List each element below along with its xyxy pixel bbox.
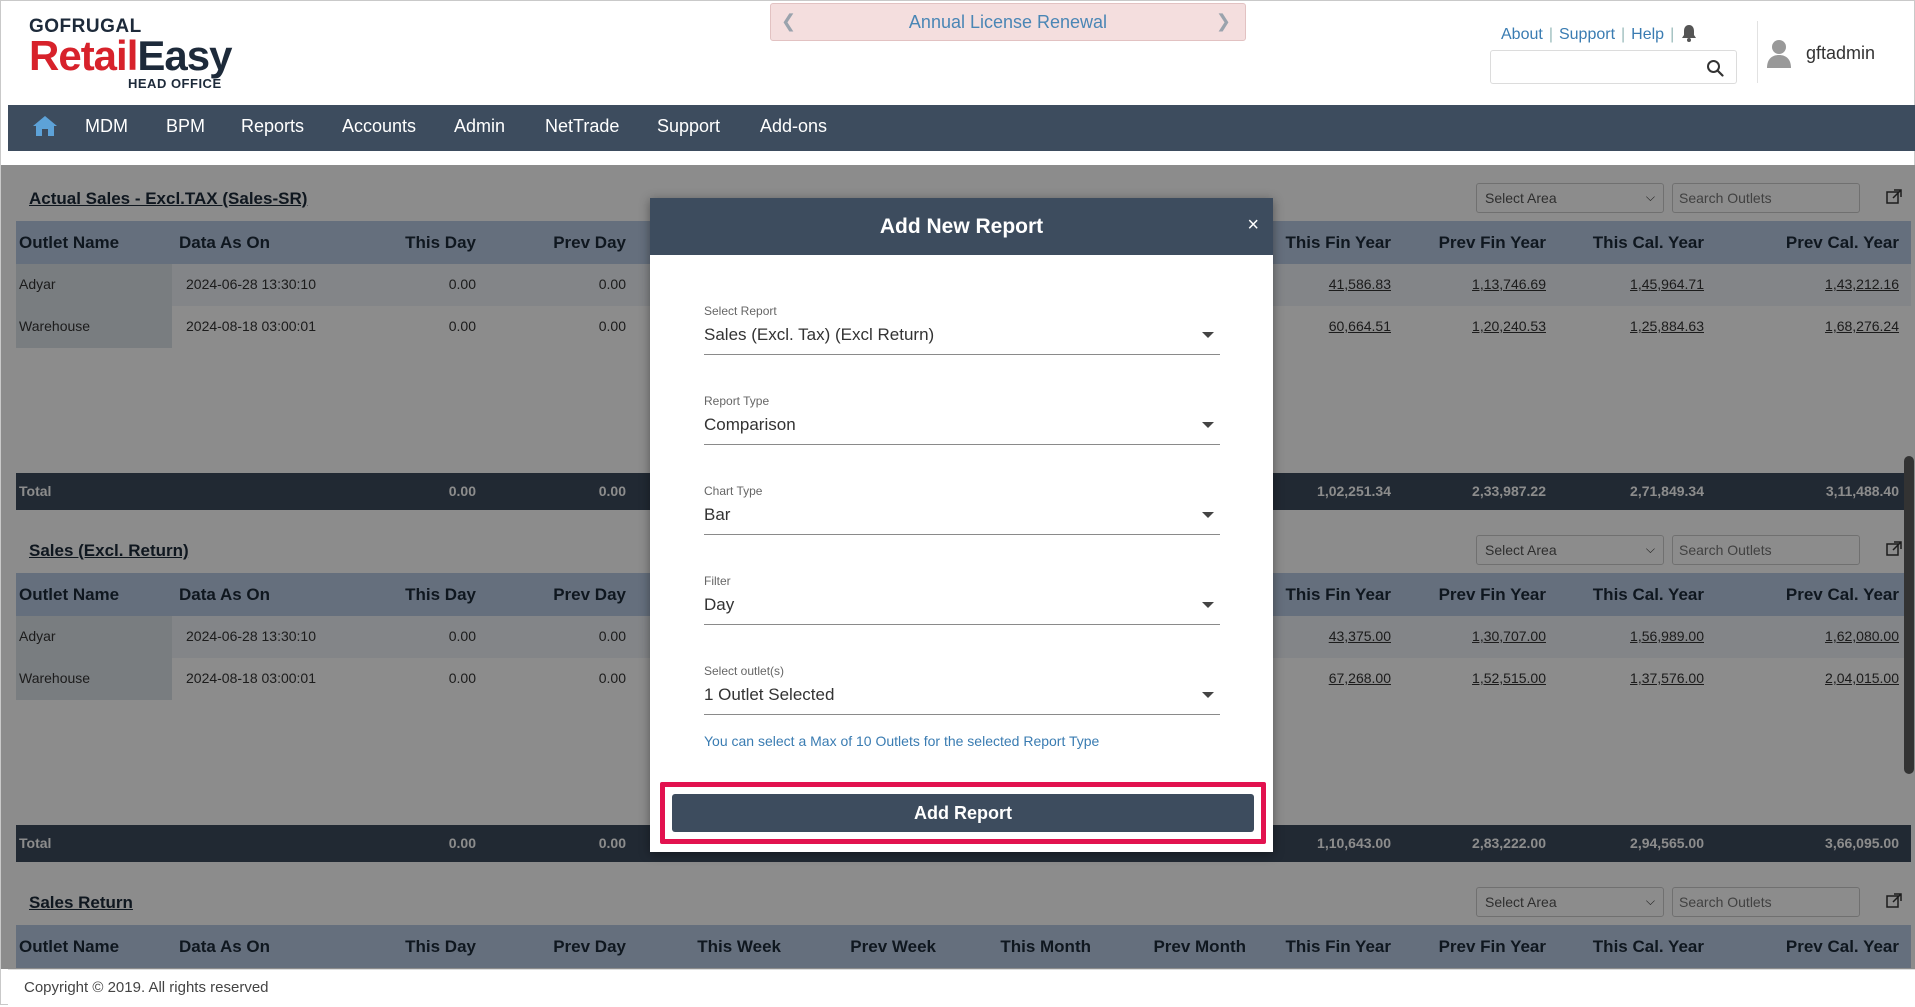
license-banner[interactable]: ❮ Annual License Renewal ❯	[770, 3, 1246, 41]
nav-reports[interactable]: Reports	[241, 116, 304, 137]
modal-title: Add New Report	[879, 215, 1044, 238]
nav-bpm[interactable]: BPM	[166, 116, 205, 137]
field-label: Select outlet(s)	[704, 664, 785, 678]
logo-retaileasy: RetailEasy	[29, 32, 232, 79]
field-label: Report Type	[704, 394, 770, 408]
help-link[interactable]: Help	[1631, 26, 1664, 43]
header-divider	[1757, 21, 1758, 83]
search-icon[interactable]	[1706, 59, 1724, 77]
user-avatar-icon	[1767, 40, 1791, 68]
username[interactable]: gftadmin	[1806, 43, 1875, 64]
logo-retail: Retail	[29, 32, 138, 79]
field-value[interactable]: Comparison	[704, 415, 796, 435]
nav-nettrade[interactable]: NetTrade	[545, 116, 619, 137]
caret-down-icon[interactable]	[1202, 422, 1214, 428]
banner-next-icon[interactable]: ❯	[1216, 11, 1231, 32]
search-input[interactable]	[1497, 57, 1701, 79]
nav-addons[interactable]: Add-ons	[760, 116, 827, 137]
field-value[interactable]: 1 Outlet Selected	[704, 685, 834, 705]
logo[interactable]: GOFRUGAL RetailEasy HEAD OFFICE	[29, 17, 232, 92]
logo-easy: Easy	[137, 32, 232, 79]
modal-header: Add New Report ×	[650, 198, 1273, 255]
banner-text[interactable]: Annual License Renewal	[771, 12, 1245, 33]
field-value[interactable]: Day	[704, 595, 734, 615]
copyright-text: Copyright © 2019. All rights reserved	[24, 979, 269, 996]
chart-type-dropdown[interactable]: Chart Type Bar	[704, 484, 1220, 535]
close-icon[interactable]: ×	[1247, 214, 1259, 237]
nav-mdm[interactable]: MDM	[85, 116, 128, 137]
field-label: Chart Type	[704, 484, 763, 498]
global-search[interactable]	[1490, 50, 1737, 84]
filter-dropdown[interactable]: Filter Day	[704, 574, 1220, 625]
about-link[interactable]: About	[1501, 26, 1543, 43]
nav-accounts[interactable]: Accounts	[342, 116, 416, 137]
add-report-button[interactable]: Add Report	[672, 794, 1254, 832]
field-value[interactable]: Sales (Excl. Tax) (Excl Return)	[704, 325, 934, 345]
nav-admin[interactable]: Admin	[454, 116, 505, 137]
app-frame: GOFRUGAL RetailEasy HEAD OFFICE ❮ Annual…	[0, 0, 1915, 1007]
nav-support[interactable]: Support	[657, 116, 720, 137]
report-type-dropdown[interactable]: Report Type Comparison	[704, 394, 1220, 445]
logo-head-office: HEAD OFFICE	[128, 76, 222, 91]
link-separator: |	[1548, 26, 1553, 43]
caret-down-icon[interactable]	[1202, 692, 1214, 698]
caret-down-icon[interactable]	[1202, 332, 1214, 338]
field-label: Select Report	[704, 304, 777, 318]
select-outlets-dropdown[interactable]: Select outlet(s) 1 Outlet Selected	[704, 664, 1220, 715]
select-report-dropdown[interactable]: Select Report Sales (Excl. Tax) (Excl Re…	[704, 304, 1220, 355]
main-nav: MDM BPM Reports Accounts Admin NetTrade …	[8, 105, 1915, 151]
scrollbar[interactable]	[1904, 456, 1914, 774]
bell-icon[interactable]	[1681, 24, 1697, 42]
add-report-modal: Add New Report × Select Report Sales (Ex…	[650, 198, 1273, 852]
link-separator: |	[1670, 26, 1675, 43]
support-link[interactable]: Support	[1559, 26, 1615, 43]
footer: Copyright © 2019. All rights reserved	[8, 969, 1915, 1007]
field-label: Filter	[704, 574, 731, 588]
caret-down-icon[interactable]	[1202, 512, 1214, 518]
link-separator: |	[1621, 26, 1626, 43]
add-report-highlight: Add Report	[660, 782, 1266, 844]
field-value[interactable]: Bar	[704, 505, 730, 525]
outlet-limit-hint: You can select a Max of 10 Outlets for t…	[704, 733, 1100, 749]
caret-down-icon[interactable]	[1202, 602, 1214, 608]
home-icon[interactable]	[32, 114, 58, 138]
top-links: About | Support | Help |	[1501, 26, 1680, 44]
